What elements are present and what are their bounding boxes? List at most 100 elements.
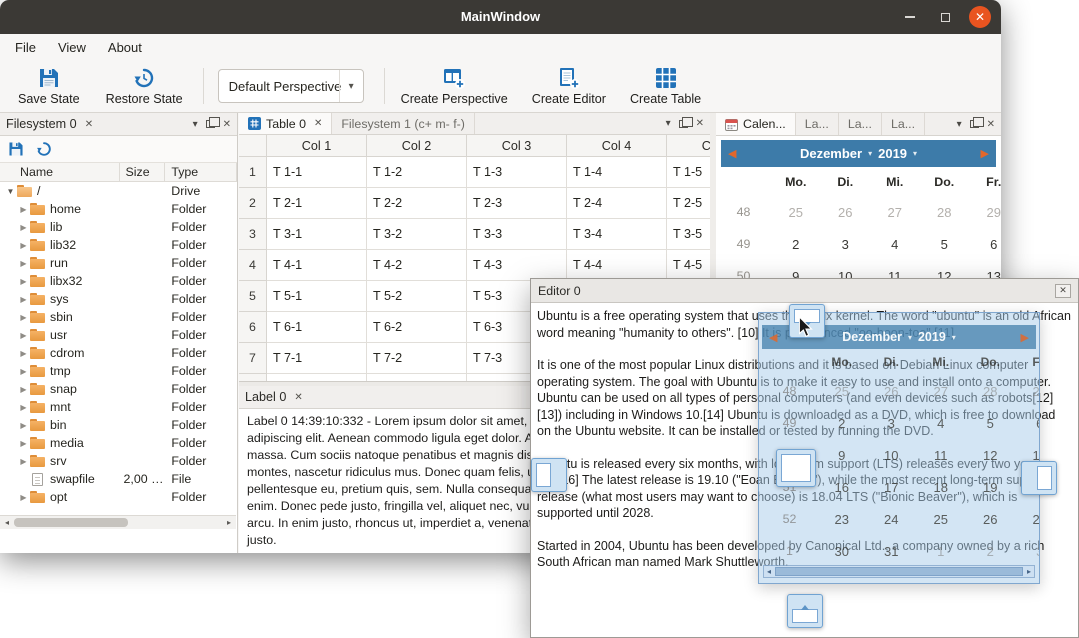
calendar-day[interactable]: 1 bbox=[916, 544, 966, 559]
create-table-button[interactable]: Create Table bbox=[630, 66, 701, 106]
table-cell[interactable]: T 5-1 bbox=[267, 281, 367, 312]
calendar-day[interactable]: 30 bbox=[817, 544, 867, 559]
table-cell[interactable]: T 2-5 bbox=[667, 188, 710, 219]
expand-icon[interactable]: ▶ bbox=[17, 205, 30, 214]
tree-row[interactable]: ▶snapFolder bbox=[0, 380, 237, 398]
expand-icon[interactable]: ▶ bbox=[17, 403, 30, 412]
table-cell[interactable]: T 4-5 bbox=[667, 250, 710, 281]
table-cell[interactable]: T 7-2 bbox=[367, 343, 467, 374]
close-icon[interactable]: ✕ bbox=[987, 119, 995, 130]
drop-indicator-center[interactable] bbox=[776, 449, 816, 487]
float-icon[interactable] bbox=[679, 120, 688, 128]
close-button[interactable]: ✕ bbox=[969, 6, 991, 28]
tree-row[interactable]: ▶lib32Folder bbox=[0, 236, 237, 254]
close-icon[interactable]: ✕ bbox=[223, 119, 231, 130]
expand-icon[interactable]: ▶ bbox=[17, 295, 30, 304]
table-cell[interactable]: T 4-4 bbox=[567, 250, 667, 281]
tree-row[interactable]: ▶usrFolder bbox=[0, 326, 237, 344]
drop-indicator-right[interactable] bbox=[1021, 461, 1057, 495]
expand-icon[interactable]: ▶ bbox=[17, 349, 30, 358]
menu-view[interactable]: View bbox=[47, 37, 97, 58]
tree-row[interactable]: ▶runFolder bbox=[0, 254, 237, 272]
expand-icon[interactable]: ▶ bbox=[17, 241, 30, 250]
save-icon[interactable] bbox=[8, 141, 24, 157]
row-header[interactable]: 2 bbox=[239, 188, 267, 219]
calendar-day[interactable]: 12 bbox=[966, 448, 1016, 463]
calendar-day[interactable]: 3 bbox=[867, 416, 917, 431]
row-header[interactable]: 5 bbox=[239, 281, 267, 312]
perspective-select[interactable]: Default Perspective ▾ bbox=[218, 69, 364, 103]
calendar-day[interactable]: 10 bbox=[867, 448, 917, 463]
tab-label-1[interactable]: La... bbox=[796, 113, 839, 135]
tab-filesystem-1[interactable]: Filesystem 1 (c+ m- f-) bbox=[332, 113, 475, 134]
tab-table-0[interactable]: Table 0 ✕ bbox=[239, 113, 332, 134]
calendar-day[interactable]: 28 bbox=[920, 205, 970, 220]
calendar-day[interactable]: 2 bbox=[771, 237, 821, 252]
save-state-button[interactable]: Save State bbox=[18, 66, 80, 106]
table-cell[interactable]: T 1-5 bbox=[667, 157, 710, 188]
tree-row[interactable]: ▶sbinFolder bbox=[0, 308, 237, 326]
calendar-day[interactable]: 19 bbox=[966, 480, 1016, 495]
maximize-button[interactable] bbox=[934, 6, 956, 28]
chevron-down-icon[interactable]: ▾ bbox=[666, 118, 671, 129]
tree-row[interactable]: ▶srvFolder bbox=[0, 452, 237, 470]
tree-row[interactable]: ▼/Drive bbox=[0, 182, 237, 200]
collapse-icon[interactable]: ▼ bbox=[4, 187, 17, 196]
calendar-day[interactable]: 24 bbox=[867, 512, 917, 527]
table-cell[interactable]: T 3-3 bbox=[467, 219, 567, 250]
calendar-day[interactable]: 25 bbox=[817, 384, 867, 399]
table-cell[interactable]: T 3-1 bbox=[267, 219, 367, 250]
calendar-day[interactable]: 5 bbox=[920, 237, 970, 252]
table-cell[interactable]: T 3-4 bbox=[567, 219, 667, 250]
restore-state-button[interactable]: Restore State bbox=[106, 66, 183, 106]
scroll-right-icon[interactable]: ▸ bbox=[222, 518, 236, 527]
month-select[interactable]: Dezember bbox=[800, 146, 862, 161]
tab-label-3[interactable]: La... bbox=[882, 113, 925, 135]
column-header[interactable]: Col 1 bbox=[267, 135, 367, 156]
editor-titlebar[interactable]: Editor 0 ✕ bbox=[531, 279, 1078, 303]
tree-row[interactable]: ▶homeFolder bbox=[0, 200, 237, 218]
horizontal-scrollbar[interactable]: ◂ ▸ bbox=[0, 515, 236, 529]
prev-month-icon[interactable]: ◀ bbox=[728, 147, 736, 160]
calendar-day[interactable]: 3 bbox=[821, 237, 871, 252]
expand-icon[interactable]: ▶ bbox=[17, 277, 30, 286]
table-cell[interactable]: T 1-3 bbox=[467, 157, 567, 188]
scrollbar-handle[interactable] bbox=[14, 518, 128, 527]
table-cell[interactable]: T 6-2 bbox=[367, 312, 467, 343]
table-cell[interactable]: T 4-3 bbox=[467, 250, 567, 281]
table-cell[interactable]: T 1-4 bbox=[567, 157, 667, 188]
row-header[interactable]: 7 bbox=[239, 343, 267, 374]
tree-row[interactable]: ▶cdromFolder bbox=[0, 344, 237, 362]
minimize-button[interactable] bbox=[899, 6, 921, 28]
calendar-day[interactable]: 2 bbox=[817, 416, 867, 431]
calendar-day[interactable]: 4 bbox=[916, 416, 966, 431]
calendar-day[interactable]: 16 bbox=[817, 480, 867, 495]
calendar-day[interactable]: 29 bbox=[969, 205, 1001, 220]
titlebar[interactable]: MainWindow ✕ bbox=[0, 0, 1001, 34]
chevron-down-icon[interactable]: ▾ bbox=[957, 119, 962, 130]
menu-file[interactable]: File bbox=[4, 37, 47, 58]
table-cell[interactable]: T 1-2 bbox=[367, 157, 467, 188]
tree-row[interactable]: ▶libFolder bbox=[0, 218, 237, 236]
expand-icon[interactable]: ▶ bbox=[17, 421, 30, 430]
float-icon[interactable] bbox=[206, 120, 215, 128]
table-cell[interactable]: T 2-2 bbox=[367, 188, 467, 219]
table-cell[interactable]: T 1-1 bbox=[267, 157, 367, 188]
column-header[interactable]: Col 5 bbox=[667, 135, 710, 156]
calendar-day[interactable]: 25 bbox=[771, 205, 821, 220]
calendar-day[interactable]: 11 bbox=[916, 448, 966, 463]
tab-calendar-0[interactable]: Calen... bbox=[716, 113, 796, 135]
expand-icon[interactable]: ▶ bbox=[17, 331, 30, 340]
close-icon[interactable]: ✕ bbox=[1055, 284, 1071, 298]
column-header[interactable]: Col 4 bbox=[567, 135, 667, 156]
calendar-day[interactable]: 27 bbox=[870, 205, 920, 220]
table-cell[interactable]: T 3-5 bbox=[667, 219, 710, 250]
expand-icon[interactable]: ▶ bbox=[17, 259, 30, 268]
calendar-day[interactable]: 2 bbox=[966, 544, 1016, 559]
row-header[interactable]: 1 bbox=[239, 157, 267, 188]
close-icon[interactable]: ✕ bbox=[696, 118, 704, 129]
table-cell[interactable]: T 2-4 bbox=[567, 188, 667, 219]
tree-row[interactable]: ▶libx32Folder bbox=[0, 272, 237, 290]
tree-row[interactable]: ▶mediaFolder bbox=[0, 434, 237, 452]
tree-row[interactable]: swapfile2,00 …File bbox=[0, 470, 237, 488]
